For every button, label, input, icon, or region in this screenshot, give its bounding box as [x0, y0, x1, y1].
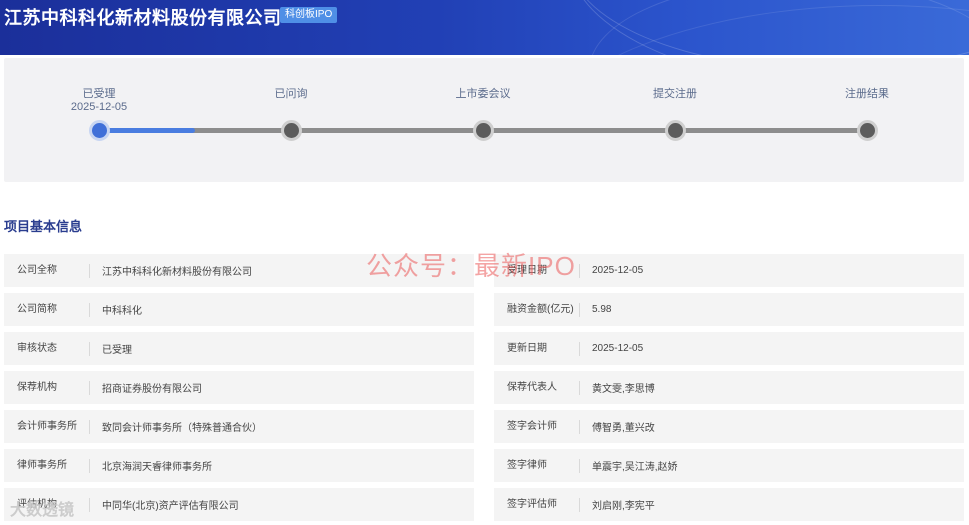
step-name: 已受理 [82, 88, 116, 100]
info-row-appraisal-firm: 评估机构 中同华(北京)资产评估有限公司 [4, 488, 474, 521]
step-node-submit-registration [665, 120, 686, 141]
info-label: 保荐机构 [4, 380, 90, 395]
info-value: 2025-12-05 [592, 343, 644, 354]
info-label: 公司简称 [4, 302, 90, 317]
info-row-signing-appraiser: 签字评估师 刘启刚,李宪平 [494, 488, 964, 521]
info-row-law-firm: 律师事务所 北京海润天睿律师事务所 [4, 449, 474, 482]
step-label-listing-committee: 上市委会议 [423, 88, 543, 101]
step-name: 上市委会议 [455, 88, 511, 100]
step-date: 2025-12-05 [70, 101, 128, 113]
info-label: 会计师事务所 [4, 419, 90, 434]
info-value: 北京海润天睿律师事务所 [102, 462, 212, 473]
info-row-accept-date: 受理日期 2025-12-05 [494, 254, 964, 287]
step-label-inquired: 已问询 [231, 88, 351, 101]
info-label: 公司全称 [4, 263, 90, 278]
info-row-review-status: 审核状态 已受理 [4, 332, 474, 365]
info-row-signing-accountant: 签字会计师 傅智勇,董兴改 [494, 410, 964, 443]
step-label-registration-result: 注册结果 [807, 88, 927, 101]
info-value: 单震宇,吴江涛,赵娇 [592, 462, 678, 473]
info-value: 已受理 [102, 345, 132, 356]
step-node-listing-committee [473, 120, 494, 141]
step-node-inquired [281, 120, 302, 141]
info-value: 傅智勇,董兴改 [592, 423, 655, 434]
info-row-company-short-name: 公司简称 中科科化 [4, 293, 474, 326]
step-name: 已问询 [274, 88, 308, 100]
info-value: 2025-12-05 [592, 265, 644, 276]
info-value: 黄文雯,李思博 [592, 384, 655, 395]
info-label: 融资金额(亿元) [494, 302, 580, 317]
info-label: 受理日期 [494, 263, 580, 278]
board-badge: 科创板IPO [280, 7, 338, 23]
info-value: 中科科化 [102, 306, 142, 317]
info-label: 签字律师 [494, 458, 580, 473]
step-node-accepted [89, 120, 110, 141]
step-name: 提交注册 [653, 88, 697, 100]
info-label: 律师事务所 [4, 458, 90, 473]
info-row-financing-amount: 融资金额(亿元) 5.98 [494, 293, 964, 326]
info-label: 保荐代表人 [494, 380, 580, 395]
section-title-basic-info: 项目基本信息 [4, 219, 83, 234]
info-row-signing-lawyer: 签字律师 单震宇,吴江涛,赵娇 [494, 449, 964, 482]
info-value: 5.98 [592, 304, 612, 315]
info-label: 评估机构 [4, 497, 90, 512]
step-name: 注册结果 [845, 88, 889, 100]
review-progress-card: 已受理 2025-12-05 已问询 上市委会议 提交注册 注册结果 [4, 58, 964, 182]
info-label: 审核状态 [4, 341, 90, 356]
page-header: 江苏中科科化新材料股份有限公司 科创板IPO [0, 0, 969, 55]
info-row-accounting-firm: 会计师事务所 致同会计师事务所（特殊普通合伙） [4, 410, 474, 443]
progress-track-fill [99, 128, 196, 133]
info-row-company-full-name: 公司全称 江苏中科科化新材料股份有限公司 [4, 254, 474, 287]
step-label-accepted: 已受理 2025-12-05 [39, 88, 159, 114]
info-value: 招商证券股份有限公司 [102, 384, 202, 395]
info-value: 刘启刚,李宪平 [592, 501, 655, 512]
info-label: 更新日期 [494, 341, 580, 356]
step-label-submit-registration: 提交注册 [615, 88, 735, 101]
info-row-sponsor-representative: 保荐代表人 黄文雯,李思博 [494, 371, 964, 404]
info-row-update-date: 更新日期 2025-12-05 [494, 332, 964, 365]
info-value: 致同会计师事务所（特殊普通合伙） [102, 423, 262, 434]
info-value: 中同华(北京)资产评估有限公司 [102, 501, 239, 512]
info-value: 江苏中科科化新材料股份有限公司 [102, 267, 252, 278]
info-label: 签字会计师 [494, 419, 580, 434]
info-label: 签字评估师 [494, 497, 580, 512]
step-node-registration-result [857, 120, 878, 141]
company-title: 江苏中科科化新材料股份有限公司 [4, 8, 282, 28]
info-row-sponsor: 保荐机构 招商证券股份有限公司 [4, 371, 474, 404]
